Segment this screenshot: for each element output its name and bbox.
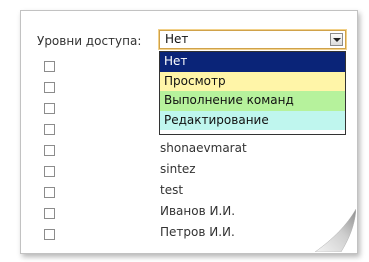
user-name: test — [160, 183, 184, 197]
user-checkbox-8[interactable] — [44, 208, 55, 219]
user-checkbox-3[interactable] — [44, 103, 55, 114]
page-curl-icon — [311, 207, 356, 252]
user-checkbox-9[interactable] — [44, 229, 55, 240]
user-name: Петров И.И. — [160, 225, 235, 239]
user-checkbox-1[interactable] — [44, 61, 55, 72]
user-checkbox-6[interactable] — [44, 166, 55, 177]
user-checkbox-5[interactable] — [44, 145, 55, 156]
user-checkbox-2[interactable] — [44, 82, 55, 93]
chevron-down-icon[interactable] — [330, 33, 343, 46]
user-name: shonaevmarat — [160, 141, 247, 155]
user-checkbox-7[interactable] — [44, 187, 55, 198]
option-none[interactable]: Нет — [160, 52, 345, 72]
option-execute-commands[interactable]: Выполнение команд — [160, 91, 345, 111]
option-view[interactable]: Просмотр — [160, 71, 345, 91]
user-checkbox-4[interactable] — [44, 124, 55, 135]
user-name: sintez — [160, 162, 196, 176]
access-level-dropdown: Нет Просмотр Выполнение команд Редактиро… — [159, 51, 346, 135]
access-level-label: Уровни доступа: — [37, 34, 142, 48]
option-edit[interactable]: Редактирование — [160, 110, 345, 130]
user-name: Иванов И.И. — [160, 204, 236, 218]
access-level-select[interactable]: Нет — [159, 30, 346, 49]
access-level-value: Нет — [165, 32, 189, 46]
